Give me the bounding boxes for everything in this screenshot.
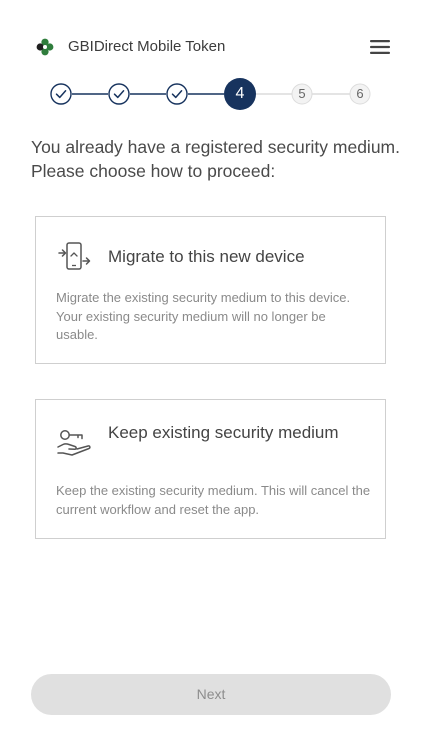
step-2-complete — [108, 83, 130, 105]
clover-logo-icon — [36, 38, 54, 56]
option-card-migrate[interactable]: Migrate to this new device Migrate the e… — [35, 216, 386, 364]
step-6-label: 6 — [356, 86, 364, 101]
intro-text: You already have a registered security m… — [31, 137, 400, 181]
device-migrate-icon — [56, 239, 92, 275]
hamburger-menu-icon — [370, 40, 390, 54]
step-3-complete — [166, 83, 188, 105]
option-card-keep[interactable]: Keep existing security medium Keep the e… — [35, 399, 386, 539]
option-title-migrate: Migrate to this new device — [108, 247, 305, 266]
app-header: GBIDirect Mobile Token — [0, 0, 422, 76]
menu-button[interactable] — [366, 36, 394, 58]
option-desc-keep: Keep the existing security medium. This … — [56, 483, 371, 517]
step-5-label: 5 — [298, 86, 306, 101]
option-desc-migrate: Migrate the existing security medium to … — [56, 290, 351, 342]
step-4-label: 4 — [235, 85, 245, 102]
step-1-complete — [50, 83, 72, 105]
hand-with-key-icon — [56, 426, 92, 462]
app-title: GBIDirect Mobile Token — [68, 38, 226, 55]
option-title-keep: Keep existing security medium — [108, 423, 339, 442]
progress-stepper: 4 5 6 — [0, 78, 422, 112]
next-button[interactable]: Next — [31, 674, 391, 715]
